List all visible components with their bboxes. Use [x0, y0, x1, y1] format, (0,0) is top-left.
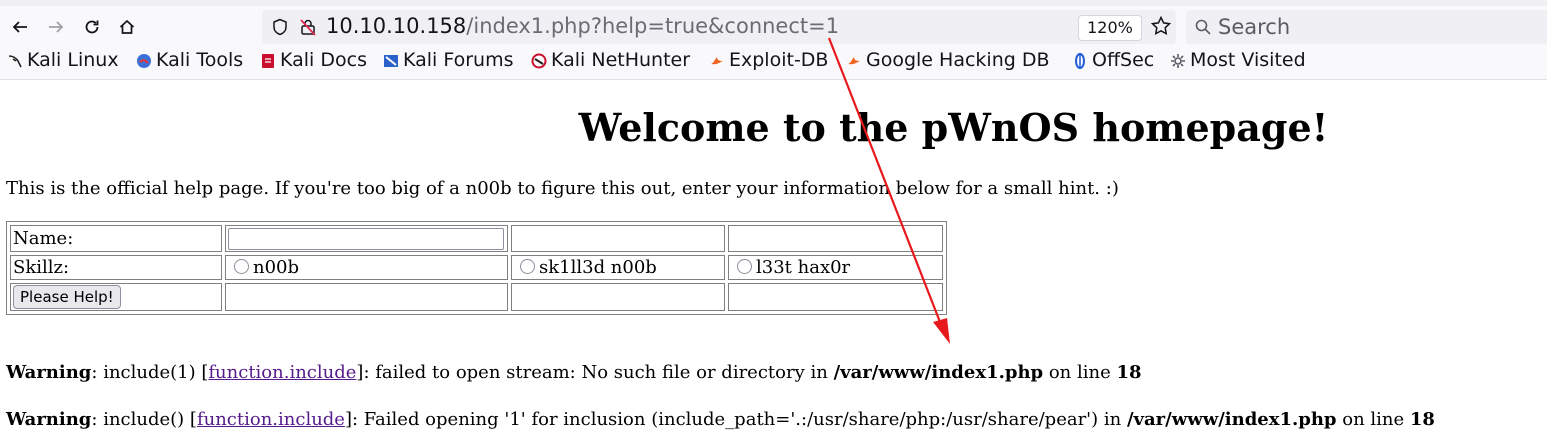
warning-file: /var/www/index1.php [833, 362, 1044, 383]
gear-icon [1170, 52, 1186, 68]
warning-text: : include() [ [91, 409, 197, 430]
url-path: /index1.php?help=true&connect=1 [466, 14, 840, 38]
radio-button[interactable] [520, 258, 535, 274]
bookmark-label: Kali Tools [156, 49, 244, 71]
warning-label: Warning [6, 362, 92, 383]
skill-option-sk1ll3d[interactable]: sk1ll3d n00b [511, 254, 725, 280]
bookmark-kali-linux[interactable]: Kali Linux [7, 49, 119, 71]
skill-option-label: n00b [253, 256, 300, 278]
bookmark-label: OffSec [1092, 49, 1155, 71]
forward-icon[interactable] [43, 14, 69, 40]
warning-text: on line [1043, 362, 1117, 383]
empty-cell [728, 225, 943, 252]
bookmark-label: Google Hacking DB [866, 49, 1050, 71]
page-content: Welcome to the pWnOS homepage! This is t… [0, 80, 1547, 443]
submit-cell: Please Help! [10, 282, 222, 311]
bookmark-label: Exploit-DB [729, 49, 829, 71]
name-cell [225, 225, 508, 252]
warning-text: ]: failed to open stream: No such file o… [356, 362, 834, 383]
search-icon [1194, 18, 1212, 40]
bookmark-kali-tools[interactable]: Kali Tools [136, 49, 243, 71]
url-host: 10.10.10.158 [326, 14, 467, 38]
empty-cell [728, 282, 943, 311]
table-row: Skillz: n00b sk1ll3d n00b l33t hax0r [10, 254, 943, 280]
back-icon[interactable] [7, 14, 33, 40]
browser-toolbar: 10.10.10.158/index1.php?help=true&connec… [0, 0, 1547, 44]
intro-text: This is the official help page. If you'r… [6, 178, 1119, 199]
warning-text: : include(1) [ [91, 362, 209, 383]
offsec-icon [1072, 52, 1088, 69]
kali-nethunter-icon [531, 52, 547, 69]
ghdb-icon [846, 52, 862, 68]
bookmark-exploit-db[interactable]: Exploit-DB [709, 49, 828, 71]
radio-button[interactable] [737, 258, 752, 274]
bookmark-label: Most Visited [1190, 49, 1306, 71]
kali-docs-icon [260, 52, 276, 68]
php-warning-2: Warning: include() [function.include]: F… [6, 409, 1435, 430]
empty-cell [511, 282, 725, 311]
bookmark-label: Kali Linux [27, 49, 119, 71]
help-form-table: Name: Skillz: n00b sk1ll3d n00b l33t hax… [6, 221, 947, 315]
zoom-indicator[interactable]: 120% [1078, 15, 1142, 41]
table-row: Name: [10, 225, 943, 252]
skill-option-label: sk1ll3d n00b [539, 256, 657, 278]
skill-option-label: l33t hax0r [756, 256, 851, 278]
skill-option-l33t[interactable]: l33t hax0r [728, 254, 943, 280]
radio-button[interactable] [234, 258, 249, 274]
page-title: Welcome to the pWnOS homepage! [578, 105, 1329, 150]
empty-cell [225, 282, 508, 311]
skill-option-n00b[interactable]: n00b [225, 254, 508, 280]
bookmark-label: Kali Forums [403, 49, 514, 71]
tracking-shield-icon[interactable] [270, 17, 290, 37]
bookmark-star-icon[interactable] [1150, 15, 1172, 41]
bookmark-kali-nethunter[interactable]: Kali NetHunter [531, 49, 690, 71]
function-include-link[interactable]: function.include [208, 362, 356, 383]
kali-forums-icon [383, 52, 399, 68]
bookmark-google-hacking-db[interactable]: Google Hacking DB [846, 49, 1050, 71]
please-help-button[interactable]: Please Help! [13, 284, 121, 309]
warning-file: /var/www/index1.php [1126, 409, 1337, 430]
php-warning-1: Warning: include(1) [function.include]: … [6, 362, 1142, 383]
warning-text: on line [1336, 409, 1410, 430]
warning-line: 18 [1409, 409, 1435, 430]
search-placeholder: Search [1218, 15, 1291, 39]
bookmark-kali-forums[interactable]: Kali Forums [383, 49, 514, 71]
insecure-lock-icon[interactable] [298, 17, 318, 37]
url-text[interactable]: 10.10.10.158/index1.php?help=true&connec… [326, 14, 839, 38]
function-include-link[interactable]: function.include [197, 409, 345, 430]
name-label: Name: [10, 225, 222, 252]
warning-line: 18 [1116, 362, 1142, 383]
exploit-db-icon [709, 52, 725, 68]
kali-tools-icon [136, 52, 152, 68]
url-bar[interactable]: 10.10.10.158/index1.php?help=true&connec… [262, 10, 1176, 44]
table-row: Please Help! [10, 282, 943, 311]
home-icon[interactable] [114, 14, 140, 40]
warning-text: ]: Failed opening '1' for inclusion (inc… [344, 409, 1127, 430]
bookmarks-toolbar: Kali Linux Kali Tools Kali Docs Kali For… [0, 44, 1547, 80]
empty-cell [511, 225, 725, 252]
name-input[interactable] [228, 227, 504, 250]
kali-dragon-icon [7, 52, 23, 68]
search-bar[interactable]: Search [1186, 10, 1547, 44]
bookmark-offsec[interactable]: OffSec [1072, 49, 1154, 71]
bookmark-label: Kali Docs [280, 49, 367, 71]
bookmark-kali-docs[interactable]: Kali Docs [260, 49, 367, 71]
bookmark-most-visited[interactable]: Most Visited [1170, 49, 1306, 71]
warning-label: Warning [6, 409, 92, 430]
skill-label: Skillz: [10, 254, 222, 280]
bookmark-label: Kali NetHunter [551, 49, 691, 71]
reload-icon[interactable] [79, 14, 105, 40]
